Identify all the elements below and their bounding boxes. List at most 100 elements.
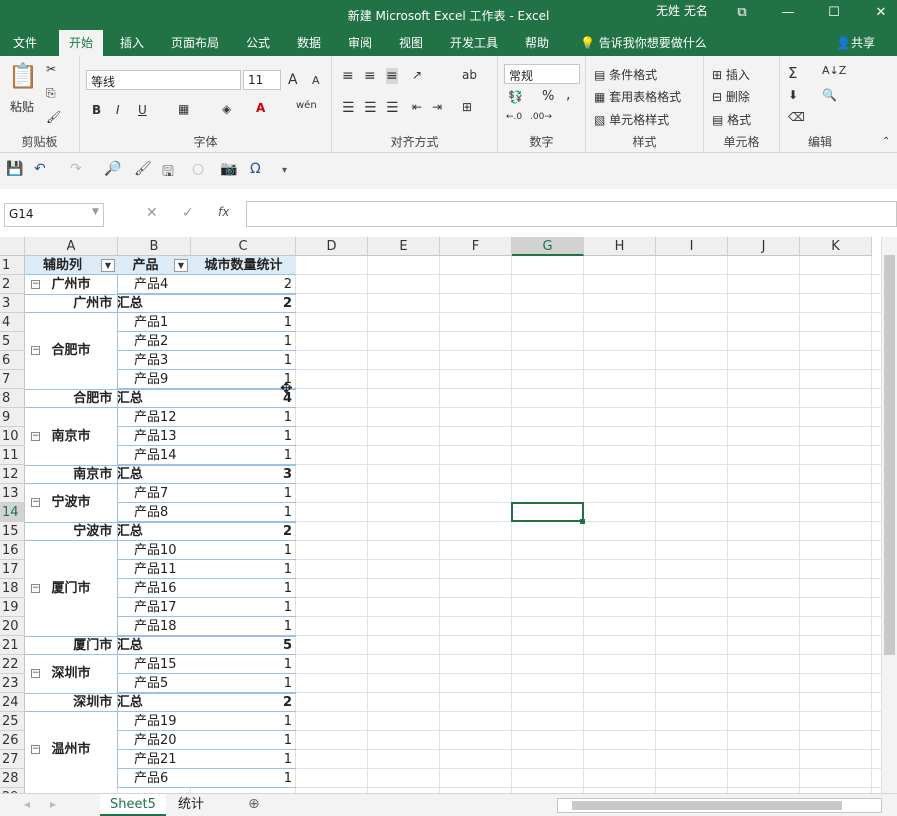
active-cell-selection[interactable]: [511, 502, 584, 522]
fill-icon[interactable]: ⬇: [788, 88, 798, 102]
column-header-j[interactable]: J: [728, 237, 800, 256]
merge-center-icon[interactable]: ⊞: [462, 100, 472, 114]
name-box-dropdown-icon[interactable]: ▼: [92, 207, 99, 217]
vertical-scrollbar[interactable]: [881, 237, 897, 793]
clear-icon[interactable]: ⌫: [788, 110, 805, 124]
copy-icon[interactable]: ⎘: [46, 86, 56, 101]
align-center-icon[interactable]: ☰: [364, 100, 377, 116]
font-color-icon[interactable]: A: [256, 101, 265, 115]
tab-view[interactable]: 视图: [399, 34, 423, 51]
column-header-k[interactable]: K: [800, 237, 872, 256]
decrease-decimal-icon[interactable]: .00→: [530, 112, 552, 122]
row-header-21[interactable]: 21: [0, 636, 25, 655]
save-as-icon[interactable]: 🖫: [162, 161, 174, 185]
enter-icon[interactable]: ✓: [182, 205, 194, 221]
column-header-d[interactable]: D: [296, 237, 368, 256]
row-header-14[interactable]: 14: [0, 503, 25, 522]
paste-button[interactable]: 粘贴: [10, 98, 34, 115]
underline-button[interactable]: U: [138, 103, 147, 117]
row-header-13[interactable]: 13: [0, 484, 25, 503]
vertical-scroll-thumb[interactable]: [884, 255, 895, 655]
format-painter-qat-icon[interactable]: 🖌: [134, 161, 152, 177]
collapse-group-icon[interactable]: −: [31, 431, 40, 441]
row-header-11[interactable]: 11: [0, 446, 25, 465]
collapse-group-icon[interactable]: −: [31, 669, 40, 678]
column-header-g[interactable]: G: [512, 237, 584, 256]
row-header-1[interactable]: 1: [0, 256, 25, 275]
row-header-25[interactable]: 25: [0, 712, 25, 731]
row-header-17[interactable]: 17: [0, 560, 25, 579]
find-select-icon[interactable]: 🔍: [822, 88, 837, 102]
redo-icon[interactable]: ↷: [70, 161, 82, 177]
paste-icon[interactable]: 📋: [8, 62, 38, 90]
wrap-text-button[interactable]: ab: [462, 68, 477, 82]
row-header-5[interactable]: 5: [0, 332, 25, 351]
align-left-icon[interactable]: ☰: [342, 100, 355, 116]
row-header-10[interactable]: 10: [0, 427, 25, 446]
insert-function-button[interactable]: fx: [218, 205, 229, 219]
align-right-icon[interactable]: ☰: [386, 100, 399, 116]
tab-page-layout[interactable]: 页面布局: [171, 34, 219, 51]
row-header-9[interactable]: 9: [0, 408, 25, 427]
maximize-button[interactable]: ☐: [824, 3, 844, 23]
sort-filter-icon[interactable]: A↓Z: [822, 64, 846, 77]
next-sheet-icon[interactable]: ▸: [50, 797, 56, 811]
cell-styles-button[interactable]: ▧ 单元格样式: [594, 111, 669, 128]
sheet-tab-tongji[interactable]: 统计: [168, 794, 214, 816]
column-header-a[interactable]: A: [25, 237, 118, 256]
omega-icon[interactable]: Ω: [250, 161, 261, 177]
number-format-select[interactable]: 常规: [504, 64, 580, 84]
row-header-22[interactable]: 22: [0, 655, 25, 674]
user-name[interactable]: 无姓 无名: [656, 2, 708, 19]
grow-font-button[interactable]: A: [288, 72, 298, 88]
row-header-20[interactable]: 20: [0, 617, 25, 636]
row-header-26[interactable]: 26: [0, 731, 25, 750]
fill-handle[interactable]: [580, 519, 585, 524]
row-header-2[interactable]: 2: [0, 275, 25, 294]
collapse-group-icon[interactable]: −: [31, 745, 40, 754]
tab-review[interactable]: 审阅: [348, 34, 372, 51]
camera-icon[interactable]: 📷: [220, 161, 237, 177]
sheet-tab-sheet5[interactable]: Sheet5: [100, 794, 166, 816]
undo-icon[interactable]: ↶: [34, 161, 46, 177]
font-name-select[interactable]: 等线: [86, 70, 241, 90]
align-top-icon[interactable]: ≡: [342, 68, 354, 84]
font-size-select[interactable]: 11: [243, 70, 281, 90]
new-sheet-icon[interactable]: ⊕: [248, 796, 260, 812]
ribbon-display-options-icon[interactable]: ⧉: [732, 3, 752, 23]
row-header-8[interactable]: 8: [0, 389, 25, 408]
row-header-24[interactable]: 24: [0, 693, 25, 712]
filter-dropdown-button[interactable]: ▼: [101, 259, 115, 272]
border-icon[interactable]: ▦: [178, 102, 189, 116]
filter-dropdown-button[interactable]: ▼: [174, 259, 188, 272]
phonetic-button[interactable]: wén: [296, 100, 317, 111]
row-header-15[interactable]: 15: [0, 522, 25, 541]
cancel-icon[interactable]: ✕: [146, 205, 158, 221]
collapse-ribbon-icon[interactable]: ⌃: [882, 136, 890, 147]
row-header-6[interactable]: 6: [0, 351, 25, 370]
worksheet-grid[interactable]: A B C D E F G H I J K 1 2 3 4 5 6 7 8 9 10 11 12 13 14 15 16 17 18 19…: [0, 237, 881, 793]
fill-color-icon[interactable]: ◈: [222, 102, 231, 116]
collapse-group-icon[interactable]: −: [31, 346, 40, 355]
align-bottom-icon[interactable]: ≡: [386, 68, 398, 84]
minimize-button[interactable]: —: [778, 3, 798, 23]
formula-input[interactable]: [246, 201, 897, 227]
close-button[interactable]: ✕: [871, 3, 891, 23]
collapse-group-icon[interactable]: −: [31, 583, 40, 593]
increase-indent-icon[interactable]: ⇥: [432, 100, 442, 114]
row-header-7[interactable]: 7: [0, 370, 25, 389]
orientation-icon[interactable]: ↗: [412, 68, 422, 82]
column-header-b[interactable]: B: [118, 237, 191, 256]
cut-icon[interactable]: ✂: [46, 62, 56, 76]
collapse-group-icon[interactable]: −: [31, 498, 40, 507]
column-header-f[interactable]: F: [440, 237, 512, 256]
row-header-4[interactable]: 4: [0, 313, 25, 332]
horizontal-scroll-thumb[interactable]: [572, 801, 842, 810]
row-header-23[interactable]: 23: [0, 674, 25, 693]
prev-sheet-icon[interactable]: ◂: [24, 797, 30, 811]
format-painter-icon[interactable]: 🖌: [46, 110, 61, 124]
save-icon[interactable]: 💾: [6, 161, 23, 177]
format-cells-button[interactable]: ▤ 格式: [712, 111, 751, 128]
italic-button[interactable]: I: [116, 103, 120, 117]
row-header-16[interactable]: 16: [0, 541, 25, 560]
